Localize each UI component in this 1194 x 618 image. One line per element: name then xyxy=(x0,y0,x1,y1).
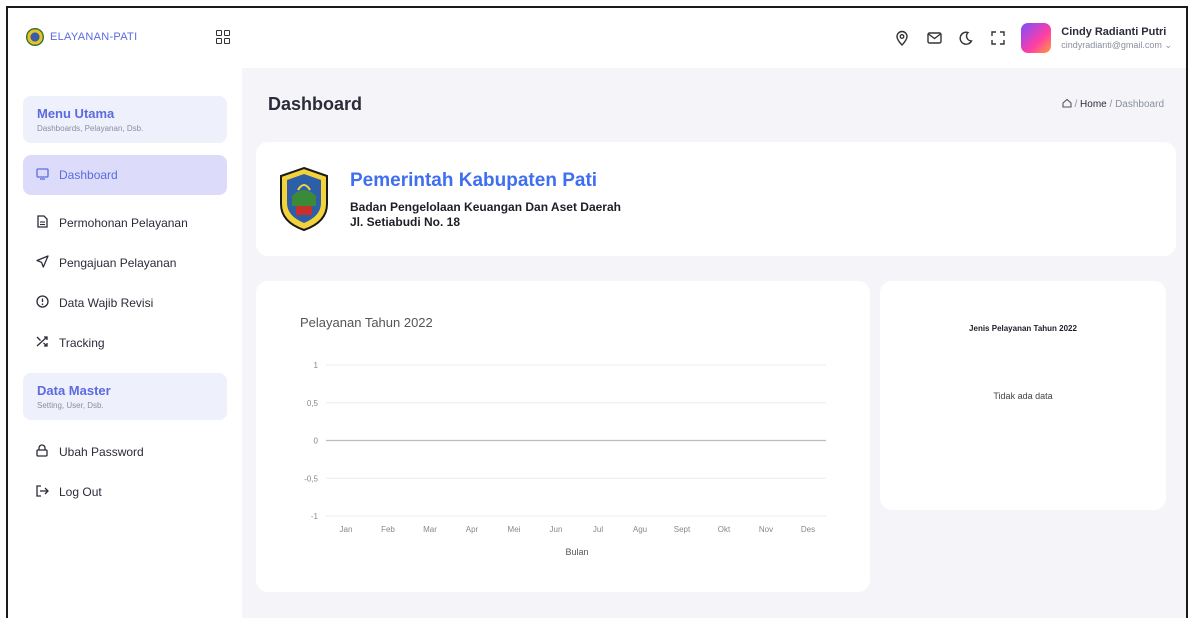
pie-empty-message: Tidak ada data xyxy=(993,391,1053,401)
breadcrumb-home[interactable]: Home xyxy=(1080,99,1107,110)
sidebar-item-label: Permohonan Pelayanan xyxy=(59,216,188,230)
y-tick-label: 0,5 xyxy=(307,399,319,408)
chevron-down-icon: ⌄ xyxy=(1164,39,1172,50)
sidebar-item-permohonan[interactable]: Permohonan Pelayanan xyxy=(23,203,227,243)
document-icon xyxy=(35,215,49,231)
sidebar-item-label: Log Out xyxy=(59,485,102,499)
x-tick-label: Jul xyxy=(593,525,603,534)
section-data-master: Data Master Setting, User, Dsb. xyxy=(23,373,227,420)
fullscreen-icon[interactable] xyxy=(989,29,1007,47)
y-tick-label: 0 xyxy=(314,437,319,446)
section-subtitle: Dashboards, Pelayanan, Dsb. xyxy=(37,124,144,133)
lock-icon xyxy=(35,444,49,460)
org-text: Pemerintah Kabupaten Pati Badan Pengelol… xyxy=(350,170,621,229)
section-title: Data Master xyxy=(37,383,111,398)
apps-grid-icon[interactable] xyxy=(216,30,230,44)
sidebar-item-revisi[interactable]: Data Wajib Revisi xyxy=(23,283,227,323)
brand-logo-icon xyxy=(26,28,44,46)
x-tick-label: Jan xyxy=(340,525,353,534)
avatar[interactable] xyxy=(1021,23,1052,53)
sidebar-item-label: Pengajuan Pelayanan xyxy=(59,256,177,270)
pati-crest-icon xyxy=(278,166,330,232)
monitor-icon xyxy=(35,167,49,183)
user-email-text: cindyradianti@gmail.com xyxy=(1061,39,1162,50)
x-tick-label: Des xyxy=(801,525,815,534)
mail-icon[interactable] xyxy=(925,29,943,47)
topbar: Cindy Radianti Putri cindyradianti@gmail… xyxy=(242,8,1186,68)
org-card: Pemerintah Kabupaten Pati Badan Pengelol… xyxy=(256,142,1176,256)
user-email: cindyradianti@gmail.com ⌄ xyxy=(1061,40,1172,51)
section-subtitle: Setting, User, Dsb. xyxy=(37,401,104,410)
breadcrumb-separator: / xyxy=(1109,99,1113,110)
main-content: Dashboard / Home / Dashboard Pemerintah … xyxy=(256,68,1176,618)
x-tick-label: Nov xyxy=(759,525,773,534)
pie-chart-card: Jenis Pelayanan Tahun 2022 Tidak ada dat… xyxy=(880,281,1166,510)
pie-chart-title: Jenis Pelayanan Tahun 2022 xyxy=(969,324,1077,333)
x-tick-label: Okt xyxy=(718,525,731,534)
brand-name[interactable]: ELAYANAN-PATI xyxy=(50,31,216,43)
page-title: Dashboard xyxy=(268,94,363,114)
alert-circle-icon xyxy=(35,295,49,311)
location-pin-icon[interactable] xyxy=(893,29,911,47)
y-tick-label: 1 xyxy=(314,361,319,370)
line-chart: 1 0,5 0 -0,5 -1 Jan Feb Mar Apr Mei Jun Jul Agu Sept O… xyxy=(304,361,826,557)
sidebar-item-ubah-password[interactable]: Ubah Password xyxy=(23,432,227,472)
home-icon[interactable] xyxy=(1062,98,1075,110)
sidebar-item-label: Dashboard xyxy=(59,168,118,182)
sidebar-item-dashboard[interactable]: Dashboard xyxy=(23,155,227,195)
breadcrumb: / Home / Dashboard xyxy=(1062,98,1164,110)
org-line2: Jl. Setiabudi No. 18 xyxy=(350,214,461,229)
x-tick-label: Feb xyxy=(381,525,395,534)
sidebar: ELAYANAN-PATI Menu Utama Dashboards, Pel… xyxy=(8,8,242,618)
line-chart-card: Pelayanan Tahun 2022 1 0,5 0 -0,5 -1 Jan Feb Ma… xyxy=(256,281,870,592)
send-icon xyxy=(35,255,49,271)
section-title: Menu Utama xyxy=(37,106,115,121)
app-frame: ELAYANAN-PATI Menu Utama Dashboards, Pel… xyxy=(6,6,1188,618)
breadcrumb-separator: / xyxy=(1074,99,1078,110)
user-info[interactable]: Cindy Radianti Putri cindyradianti@gmail… xyxy=(1061,26,1172,51)
sidebar-item-label: Tracking xyxy=(59,336,105,350)
sidebar-item-pengajuan[interactable]: Pengajuan Pelayanan xyxy=(23,243,227,283)
y-tick-label: -1 xyxy=(311,512,319,521)
y-tick-label: -0,5 xyxy=(304,474,318,483)
sidebar-item-label: Data Wajib Revisi xyxy=(59,296,154,310)
x-tick-label: Agu xyxy=(633,525,647,534)
brand: ELAYANAN-PATI xyxy=(8,8,242,66)
section-menu-utama: Menu Utama Dashboards, Pelayanan, Dsb. xyxy=(23,96,227,143)
x-tick-label: Mei xyxy=(508,525,521,534)
moon-icon[interactable] xyxy=(957,29,975,47)
shuffle-icon xyxy=(35,335,49,351)
sidebar-item-logout[interactable]: Log Out xyxy=(23,472,227,512)
x-tick-label: Jun xyxy=(550,525,563,534)
user-name: Cindy Radianti Putri xyxy=(1061,25,1167,38)
x-tick-label: Apr xyxy=(466,525,479,534)
sidebar-item-tracking[interactable]: Tracking xyxy=(23,323,227,363)
org-title: Pemerintah Kabupaten Pati xyxy=(350,169,598,191)
sidebar-item-label: Ubah Password xyxy=(59,445,144,459)
logout-icon xyxy=(35,484,49,500)
x-tick-label: Sept xyxy=(674,525,691,534)
x-tick-label: Mar xyxy=(423,525,437,534)
x-axis-label: Bulan xyxy=(565,547,588,557)
breadcrumb-current: Dashboard xyxy=(1115,99,1164,110)
org-line1: Badan Pengelolaan Keuangan Dan Aset Daer… xyxy=(350,199,621,214)
